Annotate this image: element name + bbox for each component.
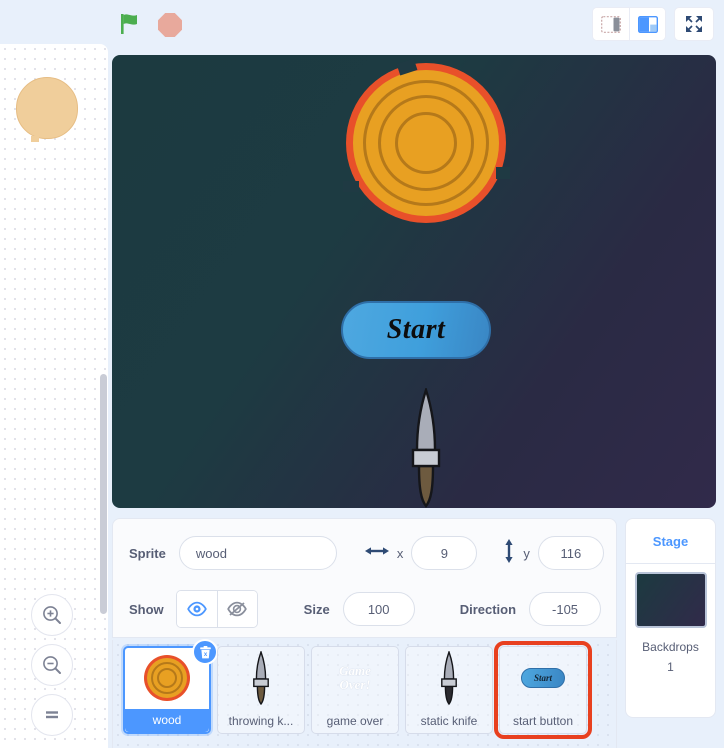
wood-ring-core — [395, 112, 457, 174]
sprite-card-static-knife[interactable]: static knife — [405, 646, 493, 734]
start-thumb-label: Start — [533, 673, 552, 683]
hide-sprite-button[interactable] — [216, 591, 257, 627]
game-over-line-1: Game — [339, 663, 371, 678]
sprite-card-throwing-knife[interactable]: throwing k... — [217, 646, 305, 734]
game-over-line-2: Over! — [339, 677, 371, 692]
stage-sprite-start-button[interactable]: Start — [341, 301, 491, 359]
zoom-out-icon — [43, 656, 61, 674]
green-flag-button[interactable] — [118, 12, 144, 36]
sprite-name-label: Sprite — [129, 545, 166, 561]
y-label: y — [523, 545, 530, 561]
stage-backdrop-thumb[interactable] — [634, 572, 707, 628]
start-button-label: Start — [386, 314, 446, 345]
fullscreen-icon — [686, 16, 702, 32]
zoom-in-button[interactable] — [31, 594, 73, 636]
sprite-card-label: static knife — [420, 714, 478, 728]
delete-sprite-button[interactable]: x — [192, 639, 218, 665]
stage-sprite-knife[interactable] — [411, 386, 441, 508]
code-workspace[interactable] — [0, 44, 108, 748]
eye-visible-icon — [186, 601, 207, 617]
stage-panel[interactable]: Stage Backdrops 1 — [625, 518, 716, 718]
workspace-vertical-scrollbar[interactable] — [100, 374, 107, 614]
stage[interactable]: Start — [112, 55, 716, 508]
fullscreen-button[interactable] — [674, 7, 714, 41]
zoom-in-icon — [43, 606, 61, 624]
delete-trash-icon: x — [199, 645, 211, 658]
x-position-input[interactable]: 9 — [411, 536, 478, 570]
sprite-card-label: game over — [326, 714, 384, 728]
x-label: x — [396, 545, 404, 561]
workspace-zoom-controls — [31, 594, 73, 744]
eye-hidden-icon — [227, 601, 247, 617]
zoom-out-button[interactable] — [31, 644, 73, 686]
sprite-card-label: throwing k... — [228, 714, 294, 728]
stop-button[interactable] — [158, 13, 184, 37]
y-position-input[interactable]: 116 — [537, 536, 604, 570]
sprite-selector-pane: wood x throwing k... Game Over! game ove… — [112, 639, 617, 748]
stage-layout-group — [592, 7, 666, 41]
zoom-reset-icon — [46, 711, 58, 719]
backdrops-count: 1 — [667, 660, 674, 674]
workspace-shape — [16, 77, 78, 142]
show-toggle-group — [175, 590, 258, 628]
sprite-info-row-2: Show Size 100 Direction -105 — [129, 590, 602, 628]
sprite-name-input[interactable]: wood — [178, 536, 337, 570]
stage-size-controls — [592, 7, 714, 41]
wood-notch-right — [496, 167, 510, 179]
direction-label: Direction — [459, 601, 517, 617]
large-stage-button[interactable] — [629, 8, 665, 40]
size-input[interactable]: 100 — [342, 592, 415, 626]
direction-input[interactable]: -105 — [529, 592, 602, 626]
show-sprite-button[interactable] — [176, 591, 217, 627]
stage-sprite-wood[interactable] — [343, 58, 510, 223]
sprite-info-row-1: Sprite wood x 9 y 116 — [129, 536, 604, 570]
scratch-editor: Start Sprite wood x 9 y 116 Show Size 10… — [0, 0, 724, 748]
stage-panel-title: Stage — [652, 533, 689, 549]
size-label: Size — [303, 601, 330, 617]
vertical-arrow-icon — [503, 538, 515, 568]
sprite-card-wood[interactable]: wood x — [123, 639, 218, 734]
wood-notch-left — [343, 181, 359, 192]
sprite-card-label: start button — [512, 714, 574, 728]
game-over-text-thumb: Game Over! — [312, 647, 398, 709]
sprite-card-start-button[interactable]: Start start button — [494, 641, 592, 739]
horizontal-arrow-icon — [364, 544, 389, 562]
sprite-list: wood x throwing k... Game Over! game ove… — [113, 639, 616, 739]
stop-sign-icon — [158, 13, 182, 37]
sprite-card-label: wood — [125, 708, 209, 732]
zoom-reset-button[interactable] — [31, 694, 73, 736]
stage-panel-divider — [626, 563, 715, 564]
top-controls-bar — [0, 0, 724, 44]
knife-thumb — [406, 647, 492, 709]
sprite-info-panel: Sprite wood x 9 y 116 Show Size 100 Dire… — [112, 518, 617, 638]
backdrops-label: Backdrops — [642, 640, 699, 654]
small-stage-button[interactable] — [593, 8, 629, 40]
show-label: Show — [129, 601, 164, 617]
start-button-thumb: Start — [500, 647, 586, 709]
knife-thumb — [218, 647, 304, 709]
sprite-card-game-over[interactable]: Game Over! game over — [311, 646, 399, 734]
